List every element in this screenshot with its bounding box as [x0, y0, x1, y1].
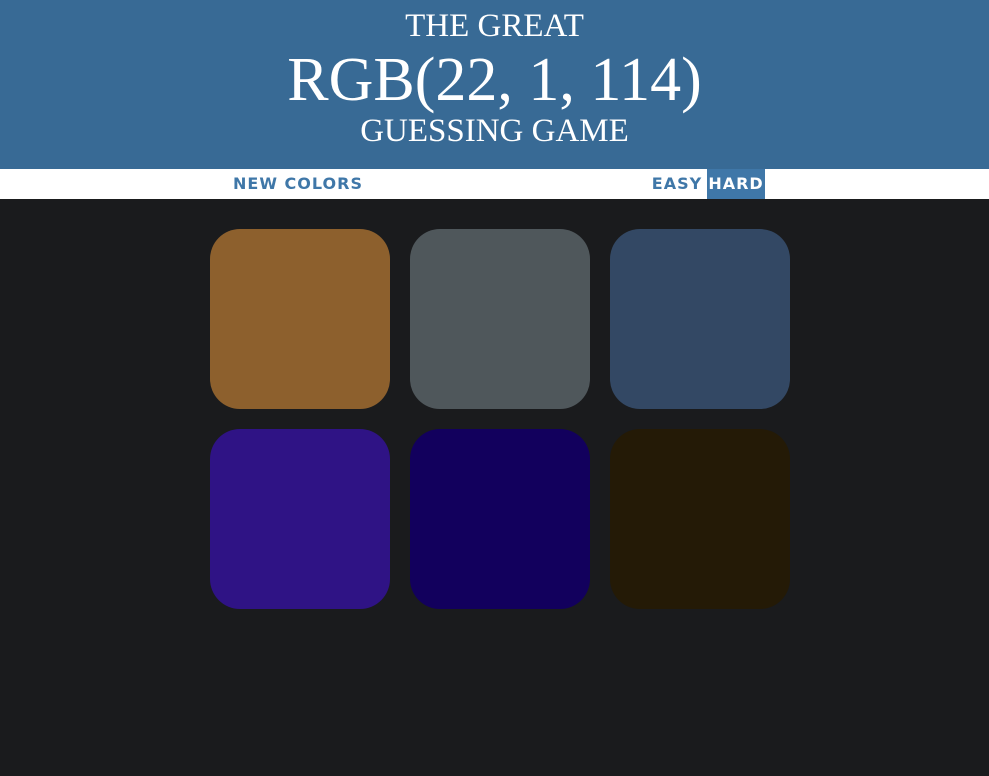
- color-square-6[interactable]: [610, 429, 790, 609]
- new-colors-button[interactable]: NEW COLORS: [229, 169, 367, 199]
- color-square-3[interactable]: [610, 229, 790, 409]
- title-line-bottom: GUESSING GAME: [360, 113, 629, 149]
- easy-mode-button[interactable]: EASY: [648, 169, 706, 199]
- color-square-4[interactable]: [210, 429, 390, 609]
- title-line-top: THE GREAT: [405, 8, 584, 44]
- header: THE GREAT RGB(22, 1, 114) GUESSING GAME: [0, 0, 989, 169]
- color-square-2[interactable]: [410, 229, 590, 409]
- color-grid: [210, 229, 790, 609]
- target-color-display: RGB(22, 1, 114): [287, 46, 702, 114]
- color-square-1[interactable]: [210, 229, 390, 409]
- hard-mode-button[interactable]: HARD: [707, 169, 765, 199]
- control-stripe: NEW COLORS EASY HARD: [0, 169, 989, 199]
- color-square-5[interactable]: [410, 429, 590, 609]
